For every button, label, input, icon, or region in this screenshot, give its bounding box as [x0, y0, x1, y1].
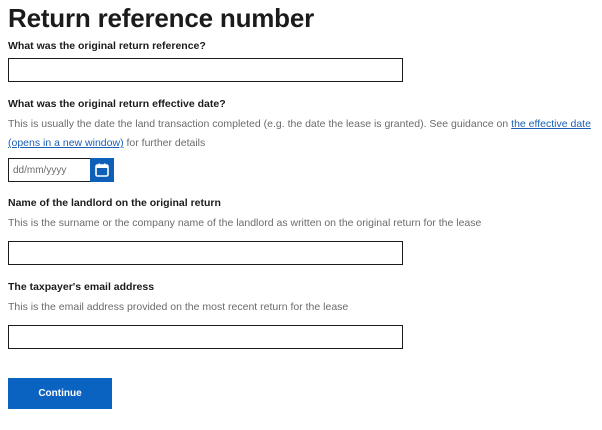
landlord-name-label: Name of the landlord on the original ret… — [8, 197, 221, 209]
calendar-button[interactable] — [90, 158, 114, 182]
original-reference-input[interactable] — [8, 58, 403, 82]
page: Return reference number What was the ori… — [0, 0, 602, 430]
continue-button[interactable]: Continue — [8, 378, 112, 409]
effective-date-input[interactable] — [8, 158, 90, 182]
effective-date-label: What was the original return effective d… — [8, 98, 226, 110]
taxpayer-email-input[interactable] — [8, 325, 403, 349]
taxpayer-email-hint: This is the email address provided on th… — [8, 301, 349, 313]
landlord-name-hint: This is the surname or the company name … — [8, 217, 482, 229]
landlord-name-input[interactable] — [8, 241, 403, 265]
original-reference-label: What was the original return reference? — [8, 40, 206, 52]
page-title: Return reference number — [8, 3, 315, 33]
taxpayer-email-label: The taxpayer's email address — [8, 281, 155, 293]
effective-date-picker — [8, 158, 114, 182]
effective-date-hint-text: This is usually the date the land transa… — [8, 118, 512, 130]
effective-date-hint: This is usually the date the land transa… — [8, 115, 593, 153]
effective-date-hint-suffix: for further details — [123, 137, 206, 149]
calendar-icon — [95, 163, 109, 177]
